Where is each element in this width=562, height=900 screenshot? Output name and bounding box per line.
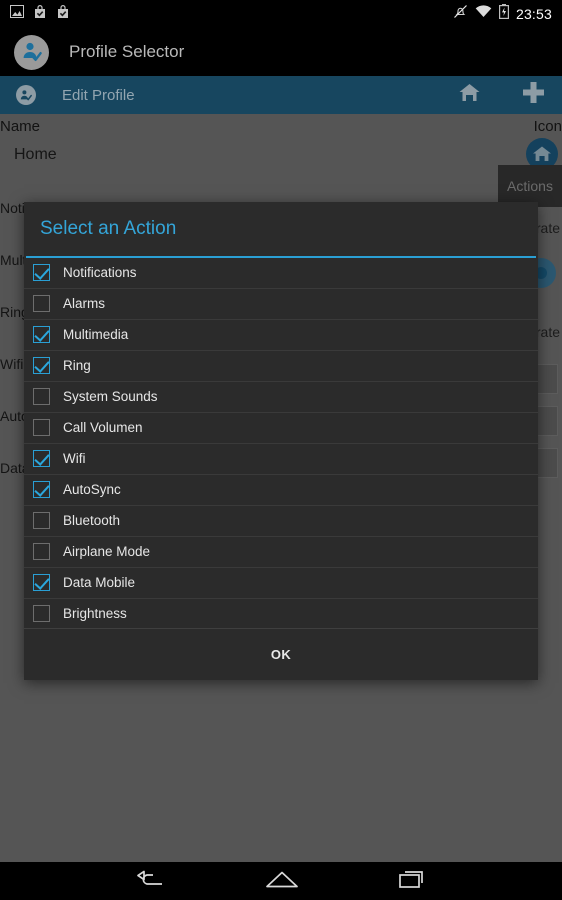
app-install-check-icon [56, 4, 70, 24]
wifi-icon [475, 5, 492, 23]
action-bar-title: Edit Profile [62, 86, 135, 104]
checkbox-unchecked-icon[interactable] [33, 512, 50, 530]
action-list-item[interactable]: Alarms [24, 289, 538, 320]
action-list-item-label: Bluetooth [63, 513, 121, 529]
checkbox-checked-icon[interactable] [33, 574, 50, 592]
dialog-title: Select an Action [40, 217, 177, 239]
plus-icon[interactable] [521, 80, 546, 110]
system-navigation-bar [0, 862, 562, 900]
status-bar-right-icons: 23:53 [453, 4, 552, 24]
checkbox-checked-icon[interactable] [33, 481, 50, 499]
action-list-item[interactable]: Wifi [24, 444, 538, 475]
action-list-item[interactable]: Brightness [24, 599, 538, 628]
checkbox-unchecked-icon[interactable] [33, 419, 50, 437]
action-list-item-label: Data Mobile [63, 575, 136, 591]
action-list-item[interactable]: Bluetooth [24, 506, 538, 537]
checkbox-unchecked-icon[interactable] [33, 388, 50, 406]
home-icon[interactable] [458, 82, 481, 108]
ok-button[interactable]: OK [271, 647, 291, 662]
action-list-item[interactable]: Multimedia [24, 320, 538, 351]
action-bar-buttons [458, 80, 546, 110]
checkbox-unchecked-icon[interactable] [33, 295, 50, 313]
action-bar: Edit Profile [0, 76, 562, 114]
image-icon [10, 5, 24, 23]
recents-icon[interactable] [399, 869, 427, 894]
checkbox-checked-icon[interactable] [33, 450, 50, 468]
action-list-item-label: AutoSync [63, 482, 121, 498]
checkbox-checked-icon[interactable] [33, 357, 50, 375]
status-bar-left-icons [10, 4, 70, 24]
dialog-footer: OK [24, 628, 538, 680]
battery-charging-icon [498, 4, 509, 24]
app-title: Profile Selector [69, 42, 185, 61]
action-list-item-label: Call Volumen [63, 420, 143, 436]
action-list-item[interactable]: Call Volumen [24, 413, 538, 444]
action-list-item-label: Multimedia [63, 327, 129, 343]
action-list-item[interactable]: Data Mobile [24, 568, 538, 599]
action-list-item[interactable]: Ring [24, 351, 538, 382]
app-up-icon[interactable] [16, 85, 36, 105]
checkbox-checked-icon[interactable] [33, 264, 50, 282]
action-list-item-label: Alarms [63, 296, 106, 312]
checkbox-unchecked-icon[interactable] [33, 543, 50, 561]
action-list-item[interactable]: Airplane Mode [24, 537, 538, 568]
checkbox-checked-icon[interactable] [33, 326, 50, 344]
select-action-dialog: Select an Action Notifications Alarms Mult… [24, 202, 538, 680]
action-list-item[interactable]: Notifications [24, 258, 538, 289]
app-install-check-icon [33, 4, 47, 24]
action-list-item[interactable]: AutoSync [24, 475, 538, 506]
action-list-item-label: Airplane Mode [63, 544, 151, 560]
profile-check-avatar-icon [14, 34, 49, 70]
action-list-item[interactable]: System Sounds [24, 382, 538, 413]
status-bar: 23:53 [0, 0, 562, 28]
action-list-item-label: Notifications [63, 265, 137, 281]
checkbox-unchecked-icon[interactable] [33, 605, 50, 623]
action-list-item-label: System Sounds [63, 389, 158, 405]
status-bar-clock: 23:53 [515, 6, 552, 22]
action-list-item-label: Wifi [63, 451, 86, 467]
action-list: Notifications Alarms Multimedia Ring System … [24, 258, 538, 628]
app-title-bar: Profile Selector [0, 28, 562, 76]
back-icon[interactable] [135, 869, 165, 894]
android-screen: 23:53 Profile Selector Edit Profile Name… [0, 0, 562, 900]
action-list-item-label: Brightness [63, 606, 127, 622]
mute-bell-icon [453, 4, 468, 24]
action-list-item-label: Ring [63, 358, 91, 374]
home-icon[interactable] [265, 869, 299, 894]
